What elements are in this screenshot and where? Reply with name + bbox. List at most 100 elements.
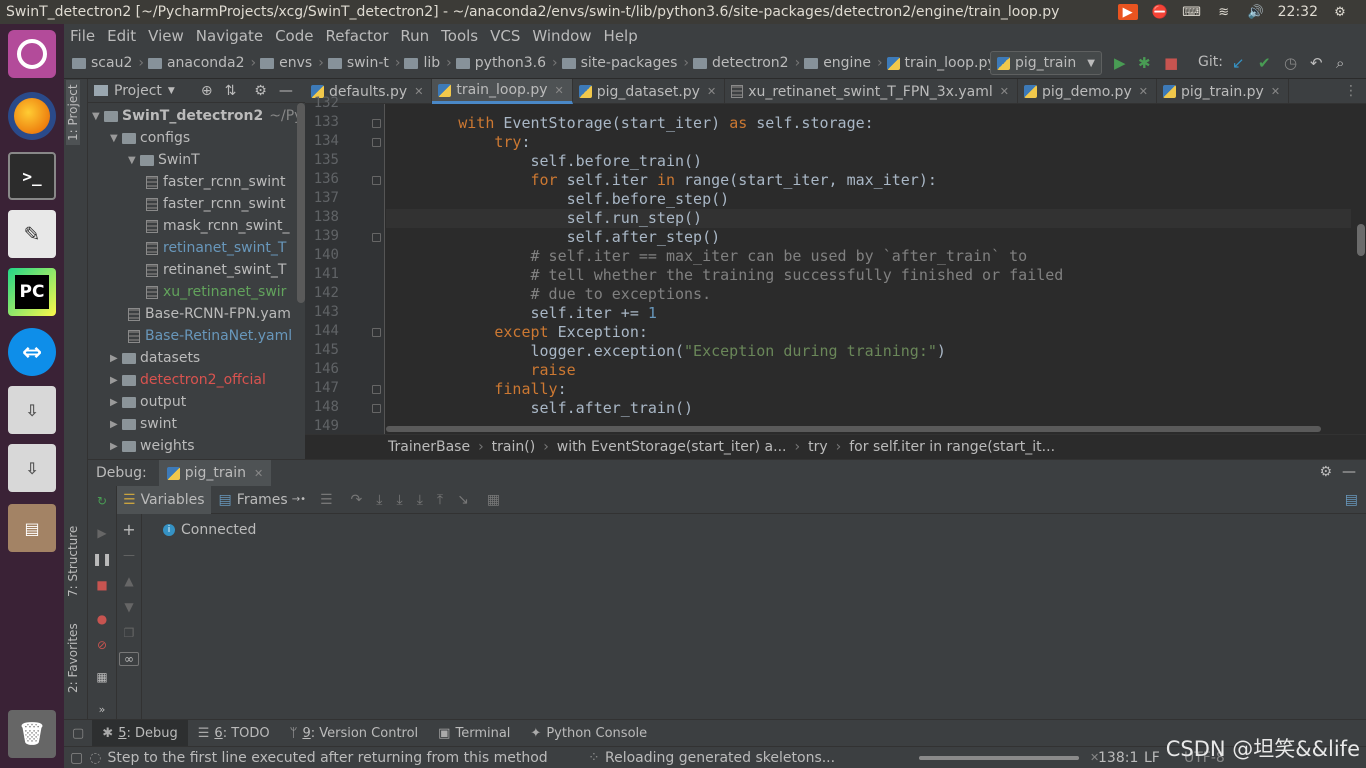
tree-item[interactable]: ▼ configs	[110, 127, 190, 149]
breadcrumb-anaconda2[interactable]: anaconda2 ›	[146, 55, 258, 71]
fold-marker-icon[interactable]	[372, 138, 381, 147]
tree-item[interactable]: ▶ detectron2_offcial	[110, 369, 266, 391]
expand-right-icon[interactable]: ▶	[110, 353, 122, 364]
tree-item[interactable]: faster_rcnn_swint	[146, 193, 286, 215]
breadcrumb-lib[interactable]: lib ›	[402, 55, 453, 71]
breadcrumb-swin-t[interactable]: swin-t ›	[326, 55, 403, 71]
collapse-icon[interactable]: ⇅	[225, 83, 237, 99]
stop-icon[interactable]: ■	[1164, 54, 1178, 72]
rerun-icon[interactable]: ↻	[94, 494, 110, 508]
tree-item[interactable]: faster_rcnn_swint	[146, 171, 286, 193]
menu-vcs[interactable]: VCS	[484, 27, 526, 45]
code-line[interactable]: raise	[386, 361, 576, 380]
usb-drive-icon[interactable]: ⇩	[8, 386, 56, 434]
fold-marker-icon[interactable]	[372, 233, 381, 242]
firefox-icon[interactable]	[8, 92, 56, 140]
menu-navigate[interactable]: Navigate	[190, 27, 269, 45]
code-line[interactable]: self.run_step()	[386, 209, 702, 228]
menu-edit[interactable]: Edit	[101, 27, 142, 45]
menu-file[interactable]: File	[64, 27, 101, 45]
layout-icon[interactable]: ▢	[64, 726, 92, 741]
restore-layout-icon[interactable]: ▦	[94, 670, 110, 684]
close-icon[interactable]: ✕	[254, 467, 263, 480]
more-icon[interactable]: »	[94, 702, 110, 716]
fold-marker-icon[interactable]	[372, 119, 381, 128]
tree-item[interactable]: retinanet_swint_T	[146, 237, 286, 259]
no-entry-icon[interactable]: ⛔	[1150, 4, 1170, 20]
add-watch-icon[interactable]: +	[121, 520, 137, 539]
close-icon[interactable]: ✕	[1139, 85, 1148, 98]
code-line[interactable]: # due to exceptions.	[386, 285, 712, 304]
code-line[interactable]: self.before_step()	[386, 190, 730, 209]
breadcrumb-train-loop[interactable]: train_loop.py	[885, 55, 998, 71]
close-icon[interactable]: ✕	[707, 85, 716, 98]
ubuntu-dash-icon[interactable]	[8, 30, 56, 78]
code-line[interactable]: self.before_train()	[386, 152, 702, 171]
menu-icon[interactable]: ☰	[320, 492, 333, 508]
step-out-icon[interactable]: ⤒	[437, 492, 443, 508]
code-line[interactable]: finally:	[386, 380, 566, 399]
git-commit-icon[interactable]: ✔	[1258, 54, 1271, 72]
close-icon[interactable]: ✕	[1271, 85, 1280, 98]
text-editor-icon[interactable]: ✎	[8, 210, 56, 258]
debug-session-tab[interactable]: pig_train ✕	[158, 460, 272, 486]
code-line[interactable]: with EventStorage(start_iter) as self.st…	[386, 114, 873, 133]
force-step-into-icon[interactable]: ⤓	[417, 492, 423, 508]
stop-icon[interactable]: ■	[94, 578, 110, 592]
move-up-icon[interactable]: ▲	[121, 574, 137, 588]
tree-item[interactable]: xu_retinanet_swir	[146, 281, 286, 303]
code-line[interactable]: # tell whether the training successfully…	[386, 266, 1064, 285]
code-breadcrumb-item[interactable]: train()	[492, 439, 536, 455]
keyboard-icon[interactable]: ⌨	[1182, 4, 1202, 20]
fold-marker-icon[interactable]	[372, 328, 381, 337]
tree-item[interactable]: ▶ swint	[110, 413, 177, 435]
toggle-tool-windows-icon[interactable]: ▢	[64, 750, 89, 766]
expand-right-icon[interactable]: ▶	[110, 419, 122, 430]
copy-icon[interactable]: ❐	[121, 626, 137, 640]
code-line[interactable]: logger.exception("Exception during train…	[386, 342, 945, 361]
revert-icon[interactable]: ↶	[1310, 54, 1323, 72]
menu-code[interactable]: Code	[269, 27, 319, 45]
breadcrumb-engine[interactable]: engine ›	[802, 55, 884, 71]
bottom-tab[interactable]: ☰ 6: TODO	[188, 726, 280, 741]
evaluate-icon[interactable]: ▦	[487, 492, 500, 508]
step-into-my-code-icon[interactable]: ⤓	[396, 492, 402, 508]
tree-root[interactable]: ▼ SwinT_detectron2 ~/Pyc	[92, 105, 305, 127]
expand-right-icon[interactable]: ▶	[110, 441, 122, 452]
tab-overflow-icon[interactable]: ⋮	[1336, 79, 1366, 103]
expand-down-icon[interactable]: ▼	[128, 155, 140, 166]
menu-run[interactable]: Run	[394, 27, 435, 45]
project-scrollbar[interactable]	[297, 103, 305, 303]
trash-icon[interactable]: 🗑	[8, 710, 56, 758]
menu-refactor[interactable]: Refactor	[319, 27, 394, 45]
breadcrumb-scau2[interactable]: scau2 ›	[70, 55, 146, 71]
breadcrumb-detectron2[interactable]: detectron2 ›	[691, 55, 802, 71]
run-to-cursor-icon[interactable]: ↘	[457, 492, 469, 508]
editor-vertical-scrollbar[interactable]	[1357, 224, 1365, 256]
wifi-icon[interactable]: ≋	[1214, 4, 1234, 20]
step-over-icon[interactable]: ↷	[351, 492, 363, 508]
close-icon[interactable]: ✕	[555, 84, 564, 97]
expand-right-icon[interactable]: ▶	[110, 397, 122, 408]
code-line[interactable]: self.iter += 1	[386, 304, 656, 323]
bottom-tab[interactable]: ✦ Python Console	[520, 726, 657, 741]
breadcrumb-site-packages[interactable]: site-packages ›	[560, 55, 691, 71]
file-manager-icon[interactable]: ▤	[8, 504, 56, 552]
menu-window[interactable]: Window	[526, 27, 597, 45]
volume-icon[interactable]: 🔊	[1246, 4, 1266, 20]
code-breadcrumb-item[interactable]: with EventStorage(start_iter) a...	[557, 439, 787, 455]
console-icon[interactable]: ▤	[1345, 492, 1358, 508]
tree-item[interactable]: ▶ datasets	[110, 347, 200, 369]
code-breadcrumb-item[interactable]: for self.iter in range(start_it...	[849, 439, 1055, 455]
code-line[interactable]: # self.iter == max_iter can be used by `…	[386, 247, 1028, 266]
fold-marker-icon[interactable]	[372, 404, 381, 413]
code-breadcrumb-item[interactable]: TrainerBase	[388, 439, 470, 455]
tree-item[interactable]: mask_rcnn_swint_	[146, 215, 290, 237]
menu-view[interactable]: View	[142, 27, 190, 45]
editor-horizontal-scrollbar[interactable]	[386, 426, 1321, 432]
tree-item[interactable]: ▼ SwinT	[128, 149, 200, 171]
expand-down-icon[interactable]: ▼	[110, 133, 122, 144]
code-line[interactable]: except Exception:	[386, 323, 648, 342]
variables-tab[interactable]: ☰ Variables	[117, 485, 211, 514]
debug-bug-icon[interactable]: ✱	[1138, 54, 1151, 72]
